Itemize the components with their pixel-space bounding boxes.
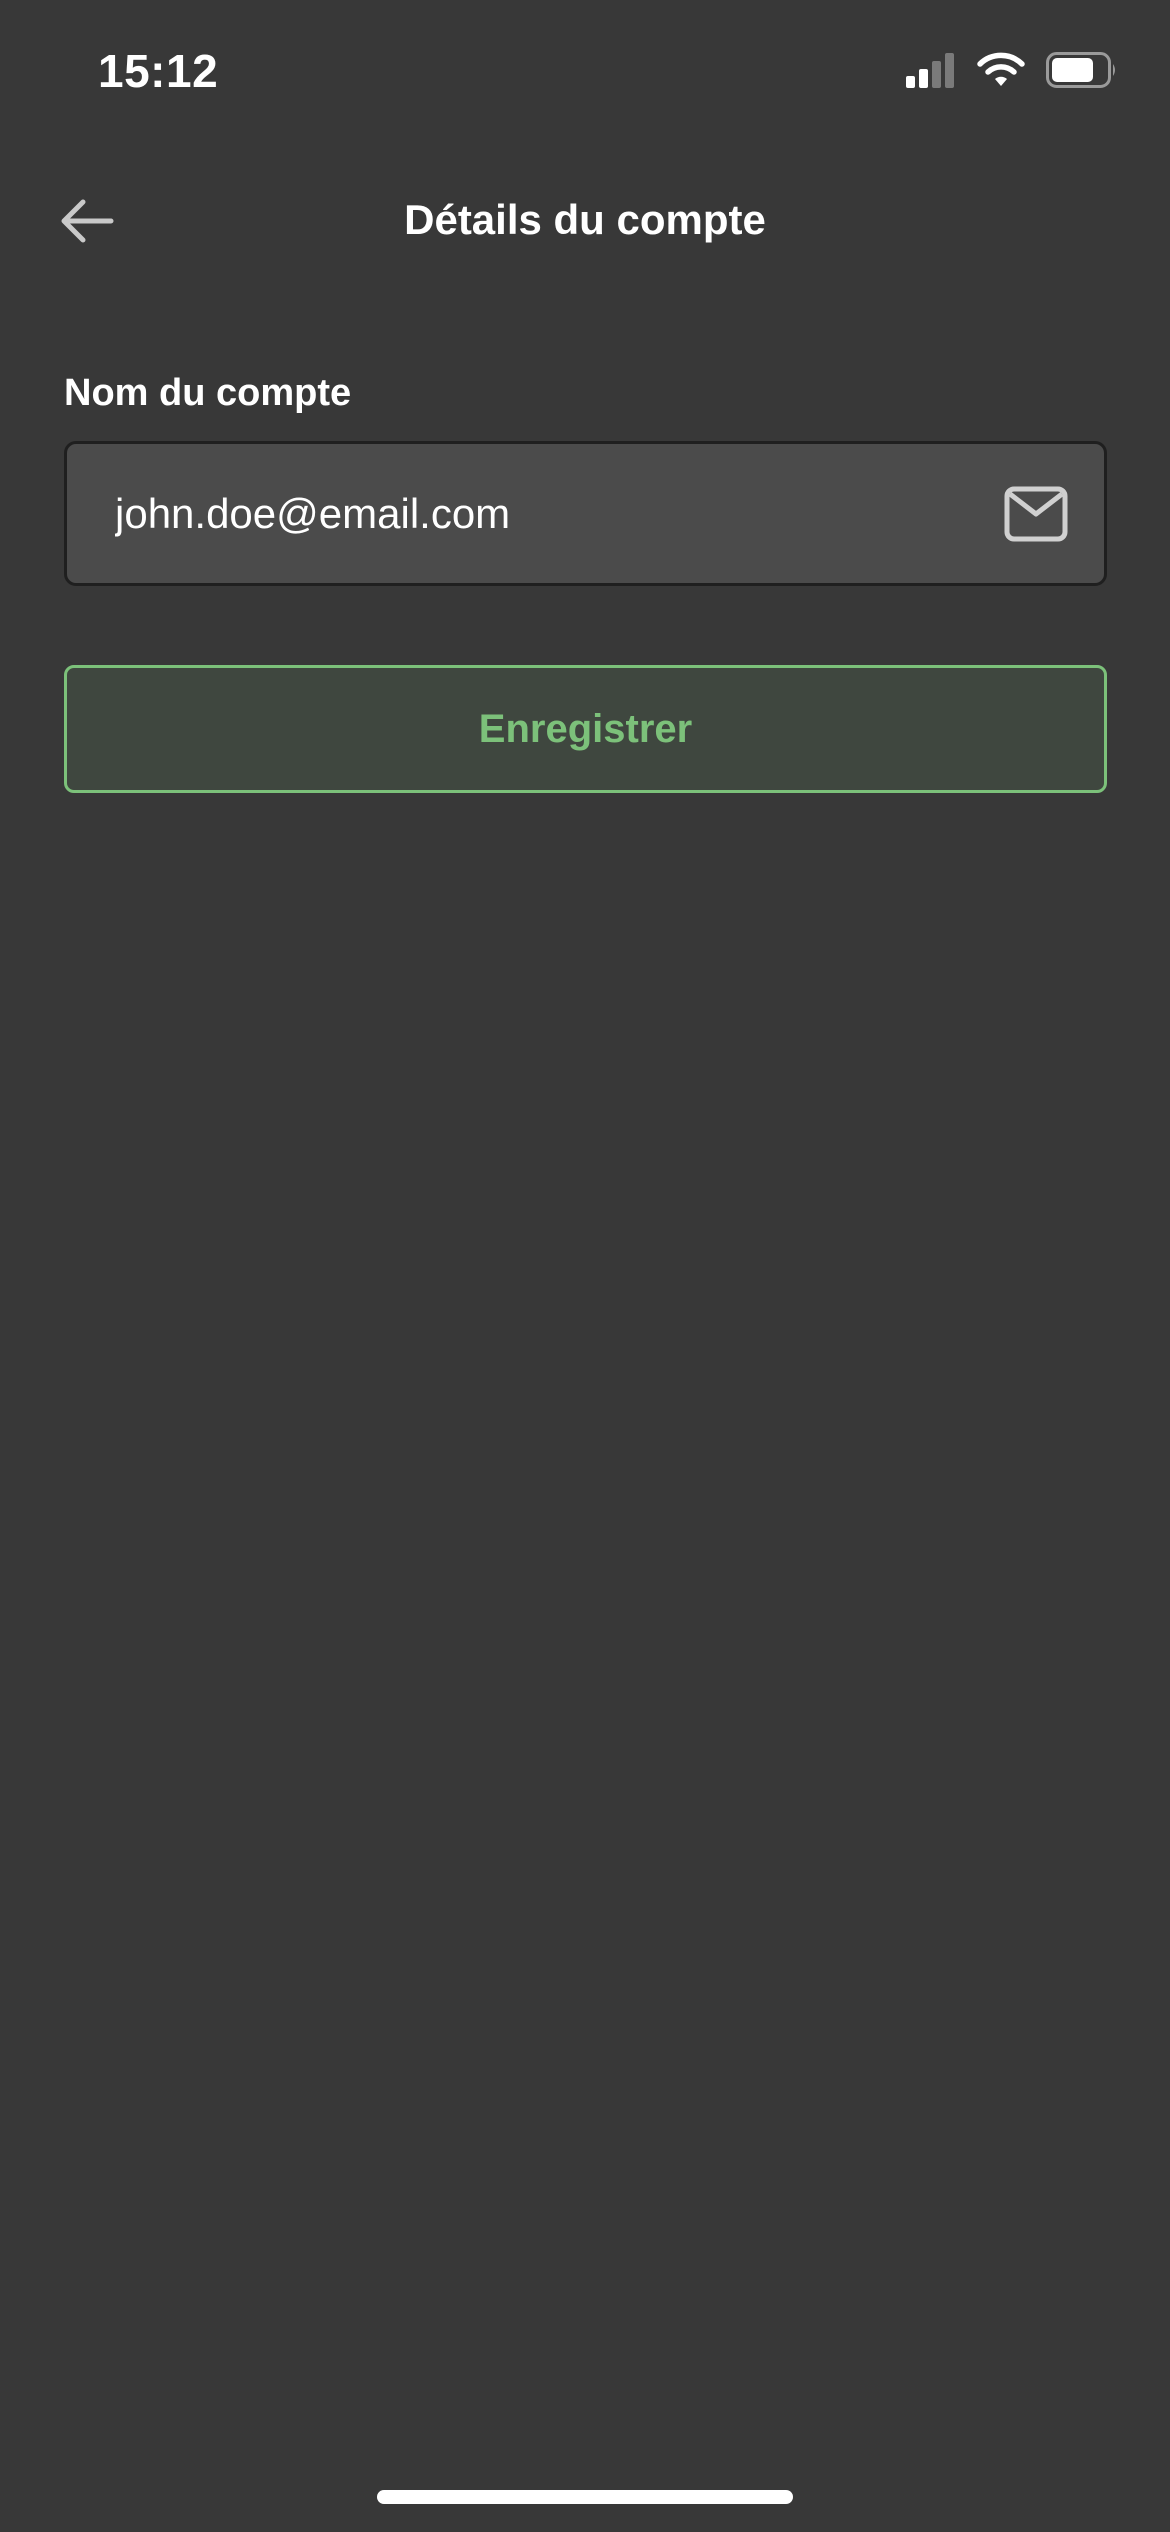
account-name-field[interactable] bbox=[64, 441, 1107, 586]
account-name-input[interactable] bbox=[115, 444, 995, 583]
status-bar: 15:12 bbox=[0, 0, 1170, 150]
status-icons bbox=[906, 52, 1118, 88]
account-name-label: Nom du compte bbox=[64, 372, 352, 414]
wifi-icon bbox=[976, 52, 1026, 88]
save-button[interactable]: Enregistrer bbox=[64, 665, 1107, 793]
battery-icon bbox=[1046, 52, 1118, 88]
mail-icon bbox=[1004, 486, 1068, 542]
page-title: Détails du compte bbox=[404, 196, 766, 243]
home-indicator[interactable] bbox=[377, 2490, 793, 2504]
status-time: 15:12 bbox=[98, 45, 219, 97]
cellular-signal-icon bbox=[906, 52, 956, 88]
